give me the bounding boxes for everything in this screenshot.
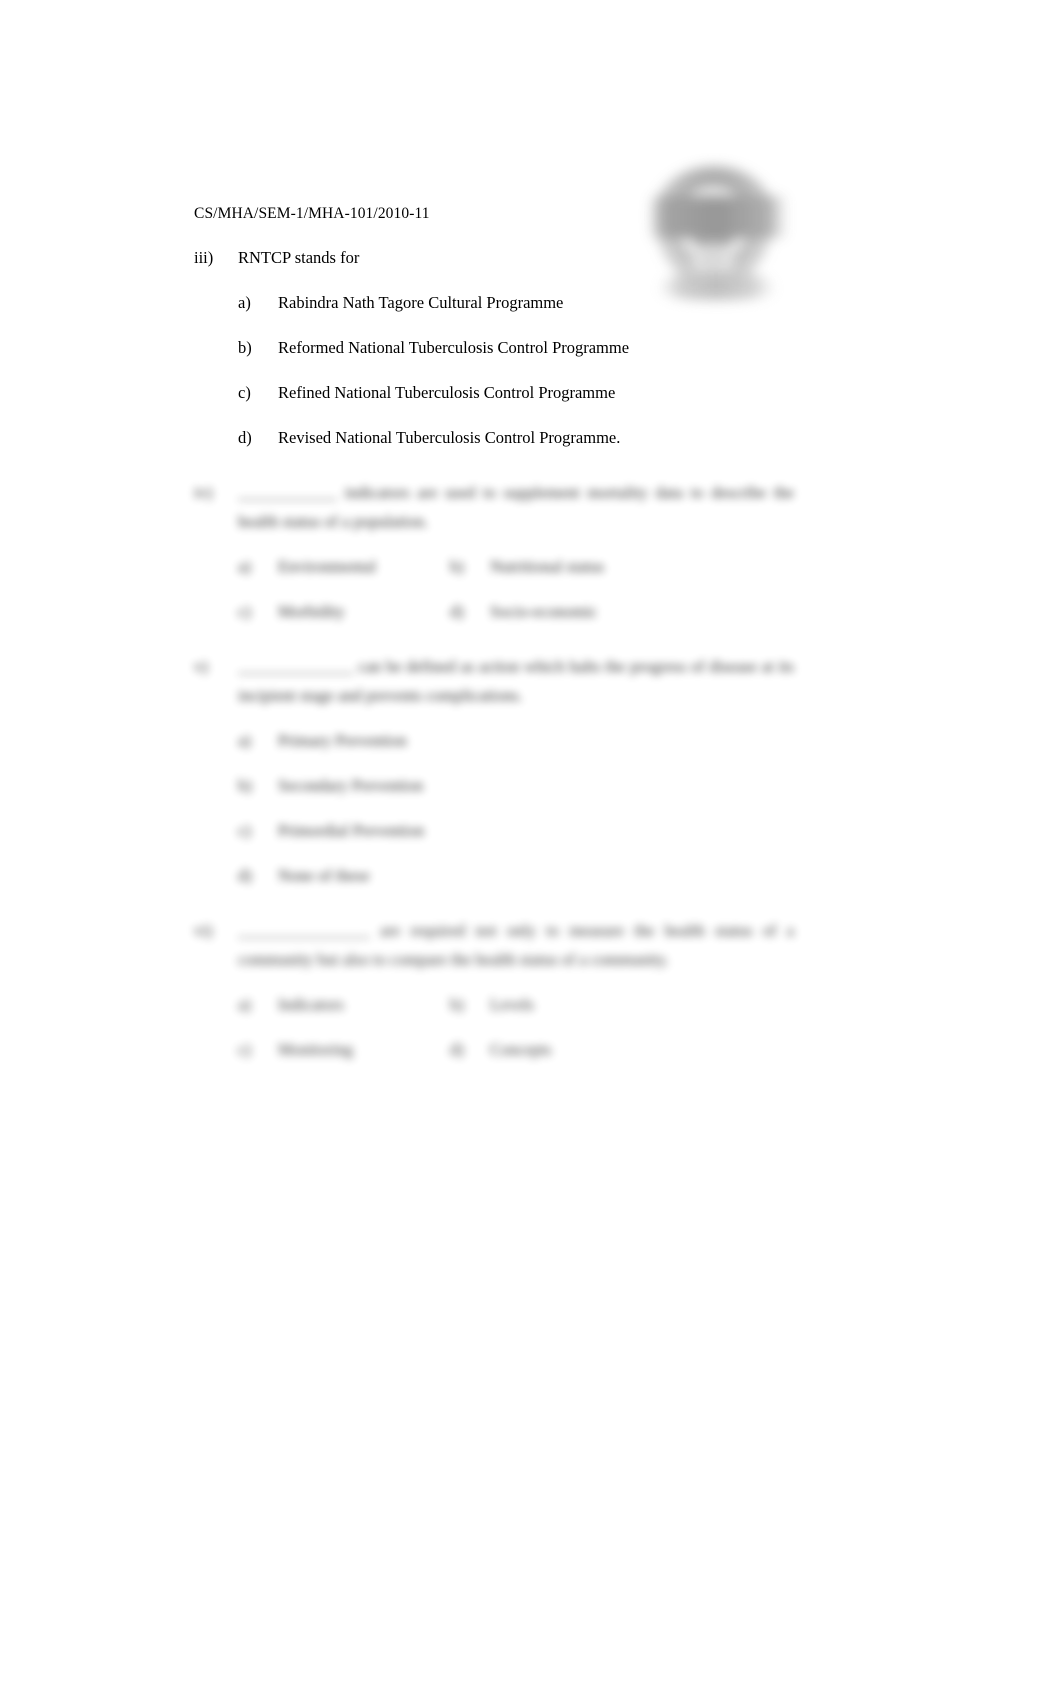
option-marker: b)	[238, 776, 252, 795]
option-marker: d)	[450, 602, 464, 621]
option-text: Morbidity	[278, 602, 345, 621]
question-iii-text: RNTCP stands for	[238, 248, 360, 267]
question-iv-option-d[interactable]: d) Socio-economic	[450, 597, 794, 626]
option-text: Monitoring	[278, 1040, 354, 1059]
option-marker: b)	[238, 338, 252, 357]
question-iv-option-a[interactable]: a) Environmental	[194, 552, 450, 581]
question-iii-option-c[interactable]: c) Refined National Tuberculosis Control…	[194, 378, 794, 407]
option-marker: c)	[238, 821, 251, 840]
question-v-text: ______________ can be defined as action …	[238, 657, 794, 705]
document-page: CS/MHA/SEM-1/MHA-101/2010-11 iii) RNTCP …	[0, 0, 1062, 1691]
option-text: Levels	[490, 995, 534, 1014]
option-marker: a)	[238, 731, 251, 750]
option-marker: b)	[450, 995, 464, 1014]
question-iii-marker: iii)	[194, 248, 214, 267]
question-v-option-b[interactable]: b) Secondary Prevention	[194, 771, 794, 800]
question-v: v) ______________ can be defined as acti…	[194, 652, 794, 890]
question-vi: vi) ________________ are required not on…	[194, 916, 794, 1064]
question-vi-option-d[interactable]: d) Concepts	[450, 1035, 794, 1064]
question-iv-options-row-1: a) Environmental b) Nutritional status	[194, 552, 794, 581]
option-text: Environmental	[278, 557, 377, 576]
question-vi-option-a[interactable]: a) Indicators	[194, 990, 450, 1019]
option-text: Rabindra Nath Tagore Cultural Programme	[278, 293, 564, 312]
question-iv-option-c[interactable]: c) Morbidity	[194, 597, 450, 626]
question-v-marker: v)	[194, 657, 208, 676]
question-iv-stem: iv) ____________ indicators are used to …	[194, 478, 794, 536]
option-marker: b)	[450, 557, 464, 576]
question-iv-text: ____________ indicators are used to supp…	[238, 483, 794, 531]
option-text: Indicators	[278, 995, 344, 1014]
option-text: Socio-economic	[490, 602, 598, 621]
question-vi-options-row-2: c) Monitoring d) Concepts	[194, 1035, 794, 1064]
option-text: Refined National Tuberculosis Control Pr…	[278, 383, 616, 402]
question-vi-marker: vi)	[194, 921, 213, 940]
question-list: iii) RNTCP stands for a) Rabindra Nath T…	[194, 243, 794, 1064]
question-vi-text: ________________ are required not only t…	[238, 921, 794, 969]
option-marker: c)	[238, 602, 251, 621]
question-iii-option-d[interactable]: d) Revised National Tuberculosis Control…	[194, 423, 794, 452]
exam-code-header: CS/MHA/SEM-1/MHA-101/2010-11	[194, 205, 430, 222]
question-v-stem: v) ______________ can be defined as acti…	[194, 652, 794, 710]
option-text: Nutritional status	[490, 557, 605, 576]
option-marker: c)	[238, 1040, 251, 1059]
question-iv: iv) ____________ indicators are used to …	[194, 478, 794, 626]
question-v-option-d[interactable]: d) None of these	[194, 861, 794, 890]
question-v-option-a[interactable]: a) Primary Prevention	[194, 726, 794, 755]
question-iii-option-a[interactable]: a) Rabindra Nath Tagore Cultural Program…	[194, 288, 794, 317]
question-iv-options-row-2: c) Morbidity d) Socio-economic	[194, 597, 794, 626]
option-text: Primordial Prevention	[278, 821, 425, 840]
option-marker: a)	[238, 557, 251, 576]
option-text: Reformed National Tuberculosis Control P…	[278, 338, 630, 357]
question-vi-option-c[interactable]: c) Monitoring	[194, 1035, 450, 1064]
question-iii-stem: iii) RNTCP stands for	[194, 243, 794, 272]
question-iii-option-b[interactable]: b) Reformed National Tuberculosis Contro…	[194, 333, 794, 362]
option-marker: a)	[238, 293, 251, 312]
question-iv-option-b[interactable]: b) Nutritional status	[450, 552, 794, 581]
option-text: None of these	[278, 866, 370, 885]
question-vi-options-row-1: a) Indicators b) Levels	[194, 990, 794, 1019]
option-text: Revised National Tuberculosis Control Pr…	[278, 428, 621, 447]
question-iii: iii) RNTCP stands for a) Rabindra Nath T…	[194, 243, 794, 452]
question-vi-option-b[interactable]: b) Levels	[450, 990, 794, 1019]
option-text: Primary Prevention	[278, 731, 407, 750]
question-vi-stem: vi) ________________ are required not on…	[194, 916, 794, 974]
question-v-option-c[interactable]: c) Primordial Prevention	[194, 816, 794, 845]
question-iv-marker: iv)	[194, 483, 213, 502]
option-marker: d)	[238, 866, 252, 885]
option-marker: c)	[238, 383, 251, 402]
option-marker: a)	[238, 995, 251, 1014]
option-text: Concepts	[490, 1040, 552, 1059]
option-marker: d)	[450, 1040, 464, 1059]
option-text: Secondary Prevention	[278, 776, 424, 795]
option-marker: d)	[238, 428, 252, 447]
